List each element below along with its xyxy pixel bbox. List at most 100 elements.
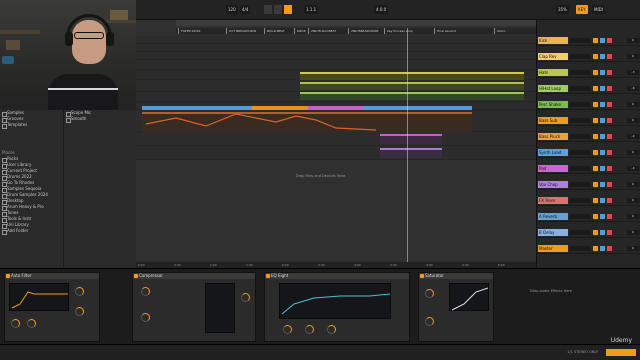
input-routing-select[interactable] bbox=[570, 166, 590, 171]
arm-button[interactable] bbox=[607, 214, 612, 219]
mixer-track-row[interactable]: FX Riser 0 bbox=[537, 196, 640, 206]
input-routing-select[interactable] bbox=[570, 246, 590, 251]
mixer-track-row[interactable]: Bass Sub 0 bbox=[537, 116, 640, 126]
volume-field[interactable]: 0 bbox=[627, 198, 639, 203]
volume-field[interactable]: -6 bbox=[627, 86, 639, 91]
arm-button[interactable] bbox=[607, 150, 612, 155]
eq-q-knob[interactable] bbox=[327, 325, 336, 334]
loop-brace[interactable] bbox=[176, 20, 536, 26]
arm-button[interactable] bbox=[607, 134, 612, 139]
mixer-track-row[interactable]: Perc Shake 0 bbox=[537, 100, 640, 110]
track-activator-button[interactable] bbox=[593, 38, 598, 43]
track-name[interactable]: B Delay bbox=[538, 229, 568, 236]
mixer-track-row[interactable]: Vox Chop 0 bbox=[537, 180, 640, 190]
threshold-knob[interactable] bbox=[141, 287, 150, 296]
track-lane[interactable] bbox=[136, 44, 536, 52]
drive-knob[interactable] bbox=[425, 289, 434, 298]
automation-curve[interactable] bbox=[136, 112, 536, 132]
track-name[interactable]: Vox Chop bbox=[538, 181, 568, 188]
input-routing-select[interactable] bbox=[570, 214, 590, 219]
mixer-track-row[interactable]: B Delay 0 bbox=[537, 228, 640, 238]
output-knob[interactable] bbox=[241, 293, 250, 302]
mixer-track-row[interactable]: Synth Lead 0 bbox=[537, 148, 640, 158]
input-routing-select[interactable] bbox=[570, 134, 590, 139]
track-activator-button[interactable] bbox=[593, 102, 598, 107]
track-activator-button[interactable] bbox=[593, 134, 598, 139]
solo-button[interactable] bbox=[600, 198, 605, 203]
time-signature[interactable]: 4/4 bbox=[240, 5, 251, 14]
arm-button[interactable] bbox=[607, 166, 612, 171]
arm-button[interactable] bbox=[607, 182, 612, 187]
locator[interactable]: Key Process Loop bbox=[384, 28, 413, 34]
track-lane[interactable] bbox=[136, 52, 536, 60]
volume-field[interactable]: -2 bbox=[627, 134, 639, 139]
volume-field[interactable]: 0 bbox=[627, 150, 639, 155]
locator[interactable]: 2ND BUILD-BEAT bbox=[308, 28, 336, 34]
locator[interactable]: 2ND BREAKDOWN bbox=[348, 28, 378, 34]
loop-length[interactable]: 4.0.0 bbox=[374, 5, 389, 14]
solo-button[interactable] bbox=[600, 166, 605, 171]
compressor-device[interactable]: Compressor bbox=[132, 272, 256, 342]
solo-button[interactable] bbox=[600, 86, 605, 91]
audio-clip[interactable] bbox=[380, 134, 442, 144]
solo-button[interactable] bbox=[600, 230, 605, 235]
locator[interactable]: Outro bbox=[494, 28, 505, 34]
track-name[interactable]: Synth Lead bbox=[538, 149, 568, 156]
device-title[interactable]: EQ Eight bbox=[265, 273, 409, 279]
lfo-amount-knob[interactable] bbox=[75, 287, 84, 296]
track-name[interactable]: FX Riser bbox=[538, 197, 568, 204]
input-routing-select[interactable] bbox=[570, 54, 590, 59]
eq-eight-device[interactable]: EQ Eight bbox=[264, 272, 410, 342]
arm-button[interactable] bbox=[607, 198, 612, 203]
volume-field[interactable]: -4 bbox=[627, 166, 639, 171]
arm-button[interactable] bbox=[607, 38, 612, 43]
resonance-knob[interactable] bbox=[27, 319, 36, 328]
mixer-track-row[interactable]: Master 0 bbox=[537, 244, 640, 254]
arm-button[interactable] bbox=[607, 102, 612, 107]
input-routing-select[interactable] bbox=[570, 198, 590, 203]
track-activator-button[interactable] bbox=[593, 70, 598, 75]
output-knob[interactable] bbox=[425, 317, 434, 326]
input-routing-select[interactable] bbox=[570, 118, 590, 123]
arm-button[interactable] bbox=[607, 118, 612, 123]
track-name[interactable]: Perc Shake bbox=[538, 101, 568, 108]
eq-display[interactable] bbox=[279, 283, 391, 319]
solo-button[interactable] bbox=[600, 118, 605, 123]
device-title[interactable]: Compressor bbox=[133, 273, 255, 279]
audio-clip[interactable] bbox=[308, 106, 364, 110]
input-routing-select[interactable] bbox=[570, 70, 590, 75]
locator[interactable]: CUT BREAKDOWN bbox=[226, 28, 256, 34]
locator[interactable]: BUILD-BEAT bbox=[264, 28, 285, 34]
audio-clip[interactable] bbox=[300, 72, 524, 80]
volume-field[interactable]: 0 bbox=[627, 38, 639, 43]
mixer-track-row[interactable]: Kick 0 bbox=[537, 36, 640, 46]
locator[interactable]: Final Ascend bbox=[434, 28, 456, 34]
mixer-track-row[interactable]: Bass Pluck -2 bbox=[537, 132, 640, 142]
track-activator-button[interactable] bbox=[593, 230, 598, 235]
arm-button[interactable] bbox=[607, 86, 612, 91]
track-lane[interactable] bbox=[136, 60, 536, 70]
audio-clip[interactable] bbox=[142, 106, 252, 110]
solo-button[interactable] bbox=[600, 214, 605, 219]
tempo-field[interactable]: 120 bbox=[226, 5, 238, 14]
solo-button[interactable] bbox=[600, 54, 605, 59]
mixer-track-row[interactable]: A Reverb 0 bbox=[537, 212, 640, 222]
mixer-track-row[interactable]: HiHat Loop -6 bbox=[537, 84, 640, 94]
track-activator-button[interactable] bbox=[593, 86, 598, 91]
ratio-knob[interactable] bbox=[141, 313, 150, 322]
track-name[interactable]: A Reverb bbox=[538, 213, 568, 220]
solo-button[interactable] bbox=[600, 182, 605, 187]
arm-button[interactable] bbox=[607, 230, 612, 235]
track-lane[interactable] bbox=[136, 146, 536, 160]
input-routing-select[interactable] bbox=[570, 38, 590, 43]
track-name[interactable]: Bass Pluck bbox=[538, 133, 568, 140]
locator[interactable]: DROP bbox=[294, 28, 306, 34]
audio-clip[interactable] bbox=[300, 92, 524, 100]
song-position[interactable]: 1.1.1 bbox=[304, 5, 319, 14]
track-name[interactable]: Clap Rev bbox=[538, 53, 568, 60]
volume-field[interactable]: 0 bbox=[627, 246, 639, 251]
browser-item[interactable]: Templates bbox=[0, 122, 62, 129]
track-name[interactable]: Pad bbox=[538, 165, 568, 172]
volume-field[interactable]: 0 bbox=[627, 118, 639, 123]
track-activator-button[interactable] bbox=[593, 214, 598, 219]
